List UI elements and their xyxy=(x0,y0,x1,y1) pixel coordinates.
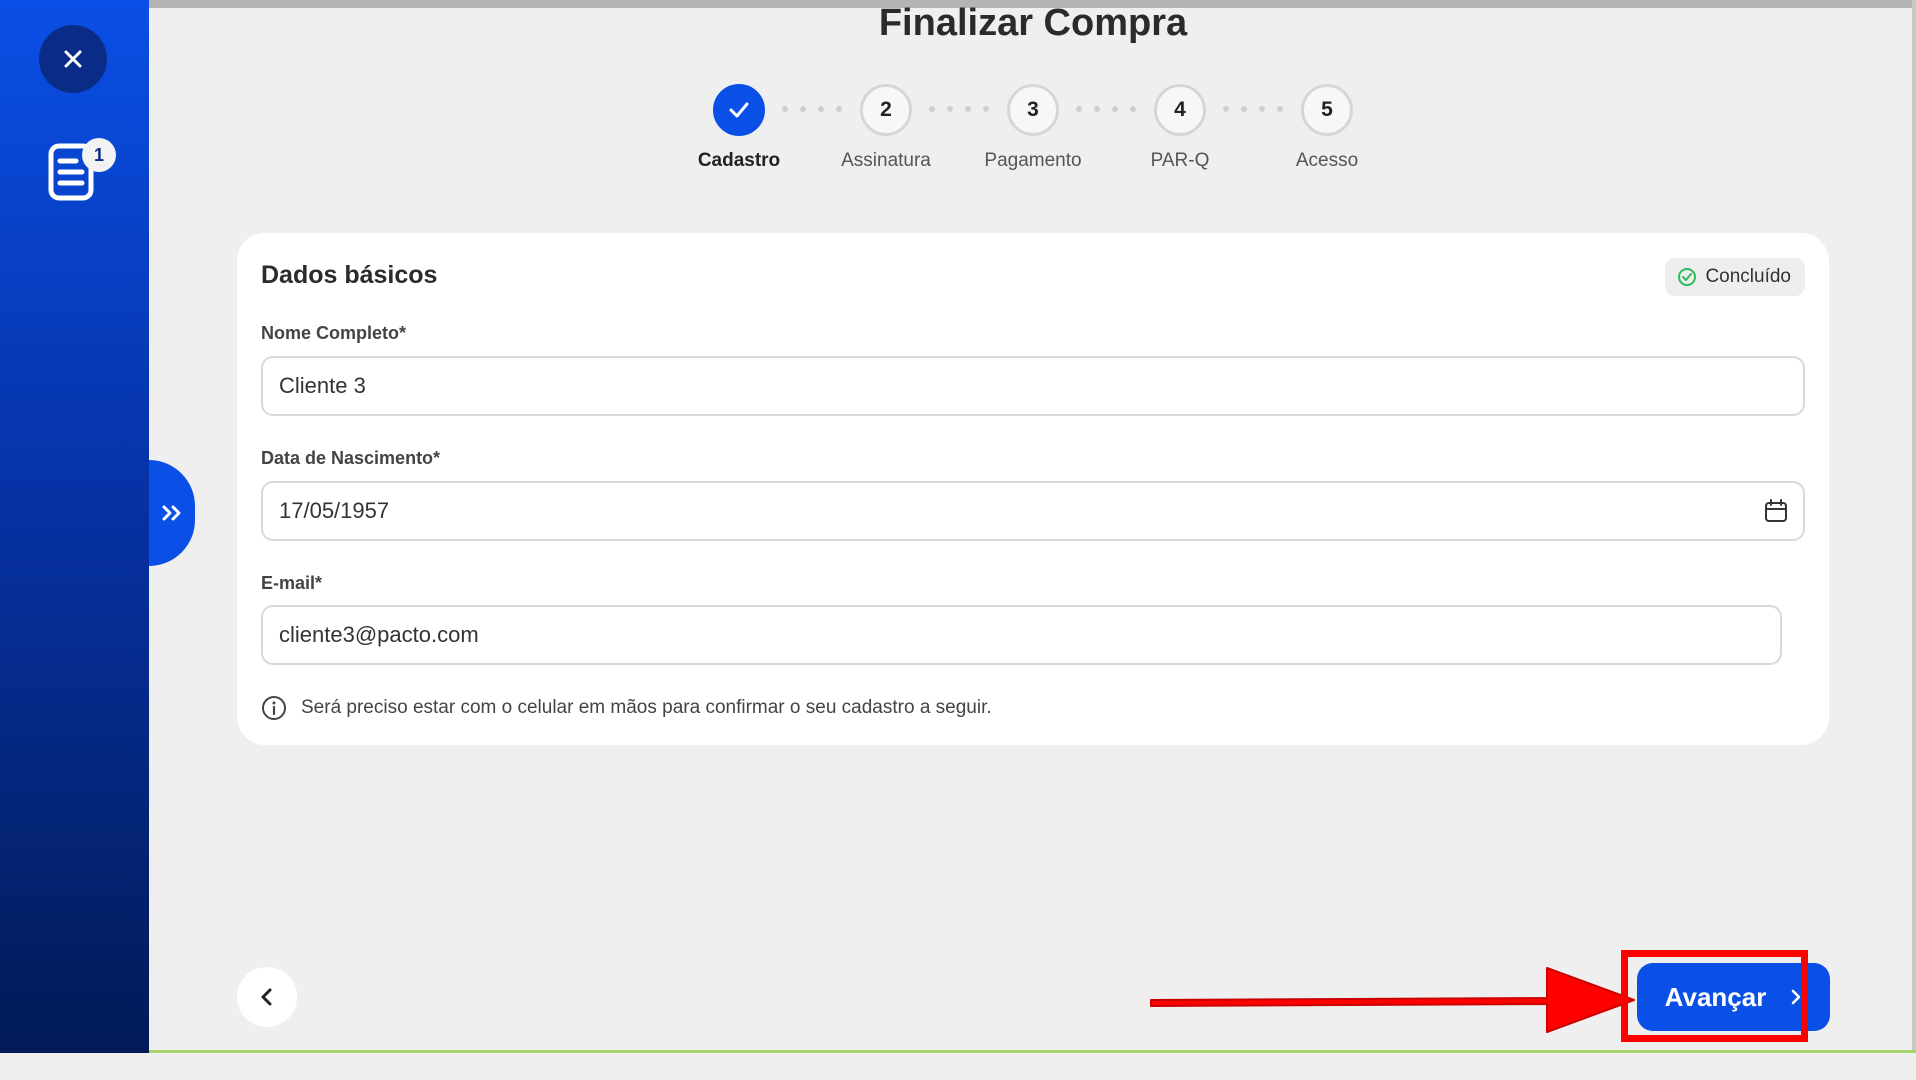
calendar-icon[interactable] xyxy=(1763,498,1789,524)
check-icon xyxy=(729,102,749,118)
step-label: Assinatura xyxy=(841,150,931,171)
step-circle: 4 xyxy=(1154,84,1206,136)
back-button[interactable] xyxy=(237,967,297,1027)
chevron-left-icon xyxy=(261,988,272,1006)
step-assinatura[interactable]: 2 Assinatura xyxy=(816,84,956,172)
email-field[interactable] xyxy=(261,605,1782,665)
basic-data-card: Dados básicos Concluído Nome Completo* D… xyxy=(237,233,1829,745)
progress-stepper: Cadastro 2 Assinatura 3 Pagamento 4 PAR-… xyxy=(0,84,1916,184)
check-circle-icon xyxy=(1678,268,1697,286)
info-icon xyxy=(262,696,286,720)
name-field[interactable] xyxy=(261,356,1805,416)
status-text: Concluído xyxy=(1705,266,1791,287)
step-circle: 5 xyxy=(1301,84,1353,136)
step-parq[interactable]: 4 PAR-Q xyxy=(1110,84,1250,172)
step-circle: 2 xyxy=(860,84,912,136)
info-text: Será preciso estar com o celular em mãos… xyxy=(301,697,992,718)
close-icon xyxy=(64,50,82,68)
annotation-highlight-box xyxy=(1621,950,1808,1042)
birth-date-label: Data de Nascimento* xyxy=(261,448,441,468)
step-label: Cadastro xyxy=(697,150,781,171)
email-label: E-mail* xyxy=(261,573,323,593)
birth-date-field[interactable] xyxy=(261,481,1805,541)
step-label: Acesso xyxy=(1295,150,1359,171)
step-label: Pagamento xyxy=(984,150,1082,171)
step-label: PAR-Q xyxy=(1150,150,1210,171)
birth-date-input[interactable] xyxy=(277,497,1763,525)
annotation-arrow-icon xyxy=(1150,967,1635,1033)
step-pagamento[interactable]: 3 Pagamento xyxy=(963,84,1103,172)
step-cadastro[interactable]: Cadastro xyxy=(669,84,809,172)
name-input[interactable] xyxy=(277,372,1789,400)
email-input[interactable] xyxy=(277,621,1766,649)
page-title: Finalizar Compra xyxy=(878,2,1188,44)
status-badge: Concluído xyxy=(1665,258,1805,296)
double-chevron-right-icon xyxy=(162,505,181,521)
name-label: Nome Completo* xyxy=(261,323,407,343)
step-acesso[interactable]: 5 Acesso xyxy=(1257,84,1397,172)
step-circle xyxy=(713,84,765,136)
card-title: Dados básicos xyxy=(261,261,438,289)
expand-sidebar-button[interactable] xyxy=(149,460,195,566)
step-circle: 3 xyxy=(1007,84,1059,136)
info-message: Será preciso estar com o celular em mãos… xyxy=(261,695,992,721)
